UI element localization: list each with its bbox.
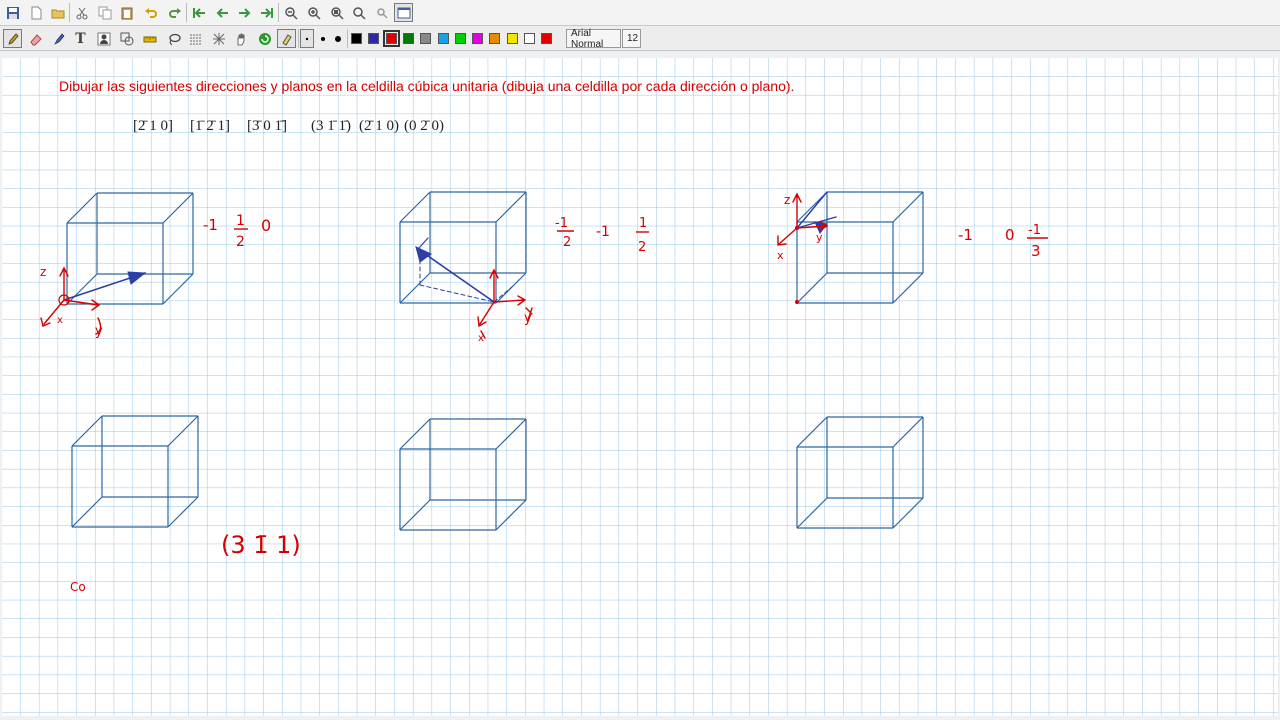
refresh-icon[interactable] xyxy=(255,29,274,48)
coord-2-a-den: 2 xyxy=(563,235,571,250)
new-page-icon[interactable] xyxy=(26,3,45,22)
notation-6: (0 2̄ 0) xyxy=(404,118,444,134)
notation-5: (2̄ 1 0) xyxy=(359,118,399,134)
last-page-icon[interactable] xyxy=(257,3,276,22)
notation-1: [2̄ 1 0] xyxy=(133,118,173,134)
axis-y-label-2: y xyxy=(524,311,532,326)
fill-icon[interactable] xyxy=(277,29,296,48)
hand-icon[interactable] xyxy=(231,29,250,48)
pattern-icon[interactable] xyxy=(186,29,205,48)
lasso-icon[interactable] xyxy=(164,29,183,48)
paste-icon[interactable] xyxy=(117,3,136,22)
eraser-icon[interactable] xyxy=(26,29,45,48)
zoom-small-icon[interactable] xyxy=(372,3,391,22)
coord-3-c-num: -1 xyxy=(1028,223,1041,238)
coord-2-c-num: 1 xyxy=(639,216,647,231)
axis-x-label-3: x xyxy=(777,249,784,262)
font-name-select[interactable]: Arial Normal xyxy=(566,27,621,50)
fullscreen-icon[interactable] xyxy=(394,3,413,22)
large-dot-size[interactable] xyxy=(331,29,345,48)
grid-icon[interactable] xyxy=(209,29,228,48)
previous-page-icon[interactable] xyxy=(212,3,231,22)
instruction-text: Dibujar las siguientes direcciones y pla… xyxy=(59,78,794,94)
color-swatch[interactable] xyxy=(437,33,449,44)
font-size-select[interactable]: 12 xyxy=(622,29,641,48)
coord-2-b: -1 xyxy=(596,224,610,240)
redo-icon[interactable] xyxy=(165,3,184,22)
color-swatch[interactable] xyxy=(420,33,432,44)
save-icon[interactable] xyxy=(3,3,22,22)
pen-icon[interactable] xyxy=(3,29,22,48)
cut-icon[interactable] xyxy=(72,3,91,22)
coord-2-a-num: -1 xyxy=(555,216,568,231)
zoom-fit-icon[interactable] xyxy=(327,3,346,22)
axis-y-label-3: y xyxy=(816,231,823,244)
coord-1-c: 0 xyxy=(261,216,271,235)
notation-3: [3̄ 0 1̄] xyxy=(247,118,287,134)
small-dot-size[interactable] xyxy=(300,29,314,48)
shapes-icon[interactable] xyxy=(117,29,136,48)
user-icon[interactable] xyxy=(94,29,113,48)
open-folder-icon[interactable] xyxy=(48,3,67,22)
color-swatch[interactable] xyxy=(489,33,501,44)
medium-dot-size[interactable] xyxy=(316,29,330,48)
undo-icon[interactable] xyxy=(141,3,160,22)
color-swatch[interactable] xyxy=(351,33,362,44)
coord-1-a: -1 xyxy=(203,216,218,234)
coord-2-c-den: 2 xyxy=(638,240,646,255)
zoom-out-icon[interactable] xyxy=(281,3,300,22)
tools-toolbar: T Arial Normal 12 xyxy=(0,26,1280,51)
coord-1-b-num: 1 xyxy=(236,213,245,229)
first-page-icon[interactable] xyxy=(189,3,208,22)
axis-x-label: x xyxy=(57,315,63,326)
coord-1-b-den: 2 xyxy=(236,234,245,250)
copy-icon[interactable] xyxy=(95,3,114,22)
zoom-in-icon[interactable] xyxy=(304,3,323,22)
axis-y-label-1: y xyxy=(95,324,103,339)
coord-3-a: -1 xyxy=(958,226,973,244)
coord-3-b: 0 xyxy=(1005,226,1015,244)
notation-2: [1̄ 2̄ 1] xyxy=(190,118,230,134)
color-swatch[interactable] xyxy=(506,33,518,44)
color-swatch[interactable] xyxy=(368,33,380,44)
grid-lines xyxy=(2,58,1278,716)
color-swatch[interactable] xyxy=(454,33,466,44)
highlighter-icon[interactable] xyxy=(49,29,68,48)
text-tool-icon[interactable]: T xyxy=(71,29,90,48)
color-swatch[interactable] xyxy=(472,33,484,44)
notation-4: (3 1̄ 1̄) xyxy=(311,118,351,134)
scribble-label: Co xyxy=(70,580,86,594)
whiteboard-canvas[interactable]: Dibujar las siguientes direcciones y pla… xyxy=(0,51,1280,720)
axis-z-label-3: z xyxy=(784,193,790,207)
color-swatch[interactable] xyxy=(524,33,535,44)
next-page-icon[interactable] xyxy=(235,3,254,22)
plane-label: (3 1̄ 1) xyxy=(221,531,301,559)
axis-x-label-2: x xyxy=(478,333,484,344)
ruler-icon[interactable] xyxy=(140,29,159,48)
zoom-actual-icon[interactable] xyxy=(349,3,368,22)
main-toolbar xyxy=(0,0,1280,26)
coord-3-c-den: 3 xyxy=(1031,242,1041,260)
color-swatch[interactable] xyxy=(382,30,400,47)
axis-z-label: z xyxy=(40,265,46,279)
font-name-value: Arial Normal xyxy=(571,27,604,50)
font-size-value: 12 xyxy=(627,33,639,44)
color-swatch[interactable] xyxy=(541,33,553,44)
color-swatch[interactable] xyxy=(402,33,414,44)
